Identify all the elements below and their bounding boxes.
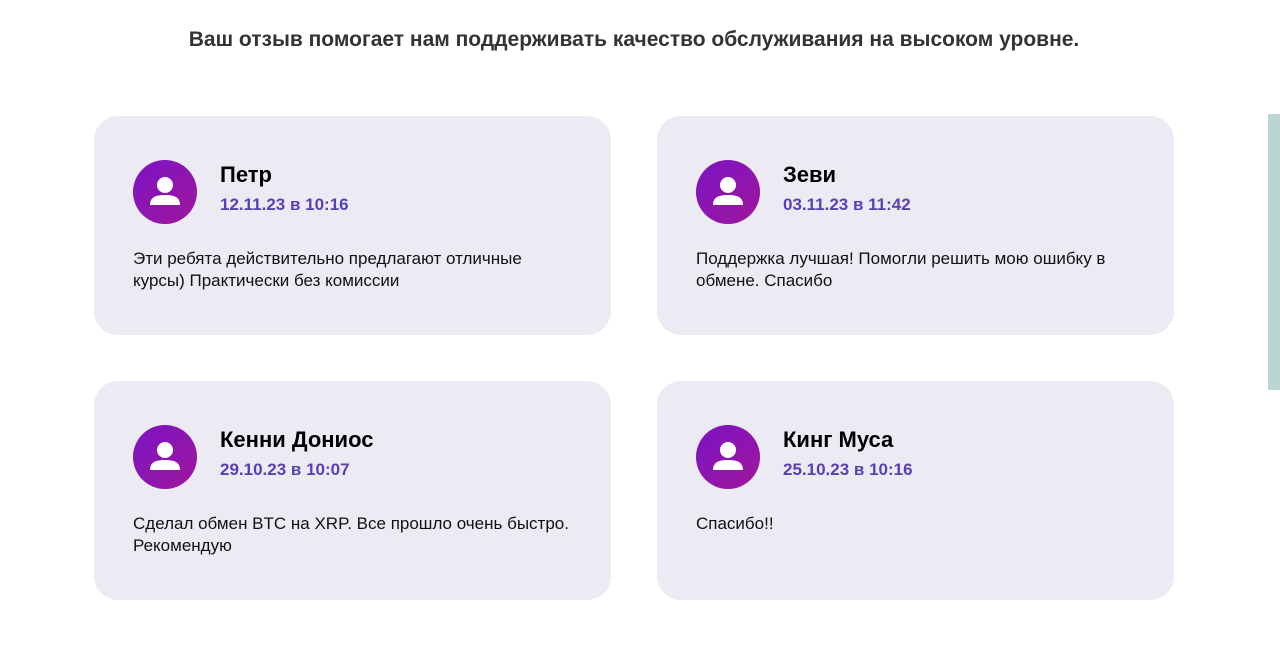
review-text: Сделал обмен BTC на XRP. Все прошло очен… — [133, 514, 569, 555]
review-card-header: Кинг Муса 25.10.23 в 10:16 — [696, 425, 1135, 489]
review-card: Кенни Дониос 29.10.23 в 10:07 Сделал обм… — [94, 381, 611, 600]
user-icon — [713, 442, 743, 470]
author-name: Зеви — [783, 162, 837, 187]
author-block: Петр 12.11.23 в 10:16 — [220, 162, 349, 216]
review-date: 25.10.23 в 10:16 — [783, 460, 913, 479]
review-card-header: Кенни Дониос 29.10.23 в 10:07 — [133, 425, 572, 489]
review-text: Эти ребята действительно предлагают отли… — [133, 249, 522, 290]
review-text: Поддержка лучшая! Помогли решить мою оши… — [696, 249, 1106, 290]
review-card: Кинг Муса 25.10.23 в 10:16 Спасибо!! — [657, 381, 1174, 600]
avatar — [133, 160, 197, 224]
review-date: 29.10.23 в 10:07 — [220, 460, 350, 479]
review-card: Петр 12.11.23 в 10:16 Эти ребята действи… — [94, 116, 611, 335]
review-card-header: Петр 12.11.23 в 10:16 — [133, 160, 572, 224]
author-name: Кенни Дониос — [220, 427, 374, 452]
review-card: Зеви 03.11.23 в 11:42 Поддержка лучшая! … — [657, 116, 1174, 335]
author-block: Кенни Дониос 29.10.23 в 10:07 — [220, 427, 373, 481]
author-name: Петр — [220, 162, 272, 187]
page-heading: Ваш отзыв помогает нам поддерживать каче… — [188, 28, 1080, 51]
avatar — [133, 425, 197, 489]
avatar — [696, 160, 760, 224]
scrollbar[interactable] — [1268, 114, 1280, 390]
user-icon — [150, 177, 180, 205]
review-date: 03.11.23 в 11:42 — [783, 195, 911, 214]
review-card-header: Зеви 03.11.23 в 11:42 — [696, 160, 1135, 224]
user-icon — [713, 177, 743, 205]
avatar — [696, 425, 760, 489]
author-block: Кинг Муса 25.10.23 в 10:16 — [783, 427, 913, 481]
user-icon — [150, 442, 180, 470]
review-date: 12.11.23 в 10:16 — [220, 195, 349, 214]
reviews-grid: Петр 12.11.23 в 10:16 Эти ребята действи… — [94, 116, 1174, 600]
author-block: Зеви 03.11.23 в 11:42 — [783, 162, 911, 216]
author-name: Кинг Муса — [783, 427, 894, 452]
review-text: Спасибо!! — [696, 514, 774, 533]
